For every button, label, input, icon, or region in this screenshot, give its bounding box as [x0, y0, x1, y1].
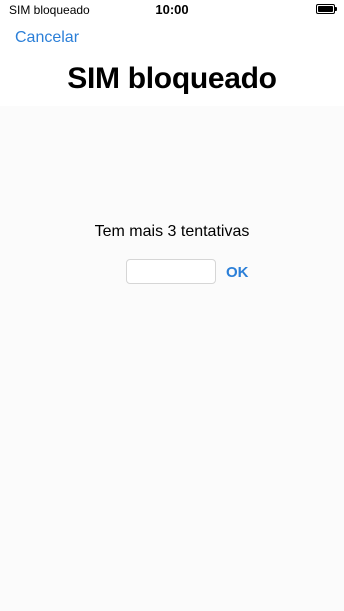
battery-tip	[335, 7, 337, 11]
cancel-button[interactable]: Cancelar	[15, 28, 79, 48]
status-time: 10:00	[155, 2, 189, 17]
page-title: SIM bloqueado	[67, 62, 277, 95]
attempts-remaining-text: Tem mais 3 tentativas	[94, 223, 250, 240]
pin-input[interactable]	[126, 259, 216, 284]
ok-button[interactable]: OK	[226, 263, 249, 282]
battery-full-icon	[316, 4, 337, 14]
status-bar: SIM bloqueado 10:00	[0, 0, 344, 20]
battery-level	[318, 6, 333, 12]
